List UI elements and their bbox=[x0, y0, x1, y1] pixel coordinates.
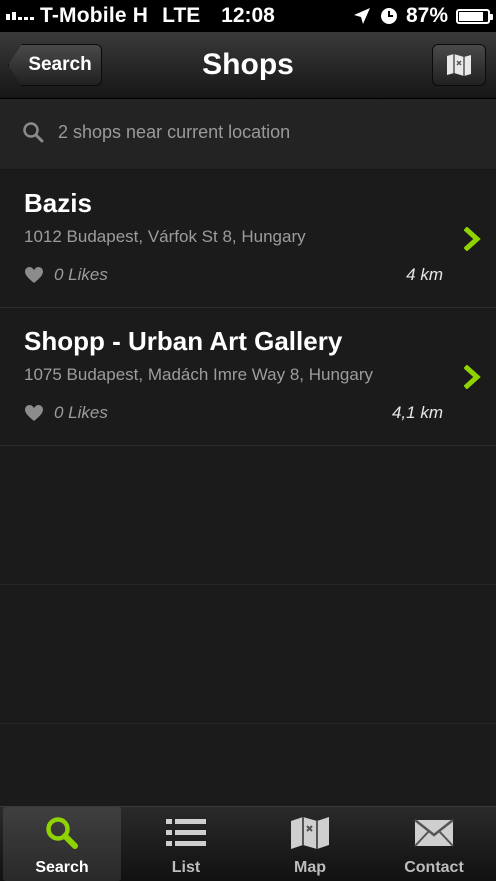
map-icon bbox=[447, 54, 471, 76]
search-summary-text: 2 shops near current location bbox=[58, 122, 291, 142]
heart-icon bbox=[25, 405, 43, 421]
tab-list[interactable]: List bbox=[124, 807, 248, 881]
shop-distance: 4,1 km bbox=[391, 403, 443, 422]
alarm-clock-icon bbox=[380, 8, 397, 24]
shop-list: Bazis 1012 Budapest, Várfok St 8, Hungar… bbox=[0, 170, 496, 724]
tab-label: Contact bbox=[404, 859, 464, 876]
battery-percent: 87% bbox=[405, 4, 448, 27]
search-icon bbox=[3, 815, 121, 851]
empty-list-row bbox=[0, 446, 496, 585]
map-view-button[interactable] bbox=[432, 44, 486, 86]
likes-count: 0 Likes bbox=[54, 403, 108, 422]
tab-label: List bbox=[171, 859, 201, 876]
navigation-bar: Search Shops bbox=[0, 32, 496, 99]
tab-bar: Search List Map Contact bbox=[0, 806, 496, 881]
shop-address: 1075 Budapest, Madách Imre Way 8, Hungar… bbox=[24, 365, 373, 384]
shop-name: Bazis bbox=[24, 188, 92, 218]
battery-fill bbox=[459, 11, 483, 21]
shop-likes: 0 Likes bbox=[24, 403, 108, 423]
empty-list-row bbox=[0, 585, 496, 724]
envelope-icon bbox=[372, 815, 496, 851]
list-icon bbox=[124, 815, 248, 851]
tab-search[interactable]: Search bbox=[3, 807, 121, 881]
status-right: 87% bbox=[352, 0, 493, 32]
likes-count: 0 Likes bbox=[54, 265, 108, 284]
chevron-right-icon bbox=[464, 227, 481, 251]
status-bar: T-Mobile H LTE 12:08 87% bbox=[0, 0, 496, 32]
map-icon bbox=[248, 815, 372, 851]
shop-name: Shopp - Urban Art Gallery bbox=[24, 326, 343, 356]
tab-label: Map bbox=[294, 859, 326, 876]
shop-address: 1012 Budapest, Várfok St 8, Hungary bbox=[24, 227, 306, 246]
tab-label: Search bbox=[35, 859, 89, 876]
location-arrow-icon bbox=[353, 8, 370, 24]
tab-map[interactable]: Map bbox=[248, 807, 372, 881]
tab-contact[interactable]: Contact bbox=[372, 807, 496, 881]
shop-row[interactable]: Shopp - Urban Art Gallery 1075 Budapest,… bbox=[0, 308, 496, 446]
shop-row[interactable]: Bazis 1012 Budapest, Várfok St 8, Hungar… bbox=[0, 170, 496, 308]
search-summary-bar[interactable]: 2 shops near current location bbox=[0, 99, 496, 170]
shop-likes: 0 Likes bbox=[24, 265, 108, 285]
heart-icon bbox=[25, 267, 43, 283]
shop-distance: 4 km bbox=[406, 265, 443, 284]
search-icon bbox=[22, 121, 44, 148]
chevron-right-icon bbox=[464, 365, 481, 389]
battery-icon bbox=[456, 8, 493, 24]
page-title: Shops bbox=[202, 48, 294, 81]
